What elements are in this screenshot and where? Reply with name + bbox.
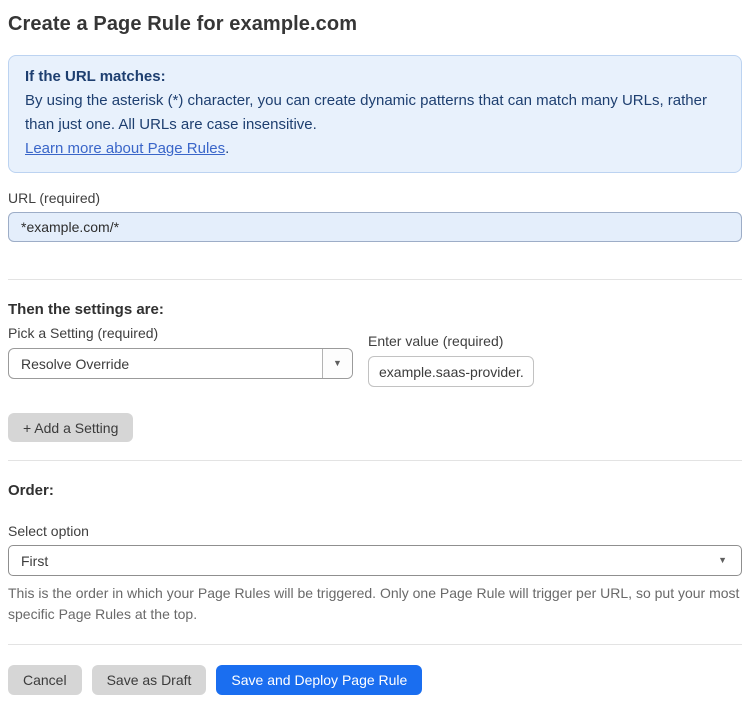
order-select-value: First [21, 552, 49, 569]
chevron-down-icon: ▼ [718, 555, 727, 565]
info-box-body: By using the asterisk (*) character, you… [25, 92, 707, 133]
page-title: Create a Page Rule for example.com [8, 13, 358, 35]
setting-value-input[interactable] [368, 356, 534, 387]
divider [8, 644, 742, 645]
pick-setting-label: Pick a Setting (required) [8, 325, 159, 341]
enter-value-label: Enter value (required) [368, 333, 504, 349]
link-suffix: . [225, 140, 230, 157]
chevron-down-icon: ▼ [333, 358, 342, 368]
setting-select-caret-button[interactable]: ▼ [322, 349, 352, 378]
add-setting-button[interactable]: + Add a Setting [8, 413, 134, 442]
pick-setting-column: Pick a Setting (required) Resolve Overri… [8, 325, 353, 379]
order-select[interactable]: First ▼ [8, 545, 742, 576]
order-help-text: This is the order in which your Page Rul… [8, 585, 740, 622]
info-box-heading: If the URL matches: [25, 68, 166, 85]
settings-row: Pick a Setting (required) Resolve Overri… [8, 325, 742, 387]
divider [8, 279, 742, 280]
divider [8, 460, 742, 461]
settings-heading: Then the settings are: [8, 301, 164, 318]
url-label: URL (required) [8, 190, 101, 206]
url-match-info-box: If the URL matches: By using the asteris… [8, 55, 742, 173]
learn-more-link[interactable]: Learn more about Page Rules [25, 140, 225, 157]
setting-select[interactable]: Resolve Override ▼ [8, 348, 353, 379]
enter-value-column: Enter value (required) [368, 333, 534, 387]
setting-select-value: Resolve Override [21, 355, 130, 372]
url-input[interactable] [8, 212, 742, 242]
info-box-link-line: Learn more about Page Rules. [25, 137, 725, 161]
select-option-label: Select option [8, 523, 89, 539]
order-heading: Order: [8, 482, 54, 499]
